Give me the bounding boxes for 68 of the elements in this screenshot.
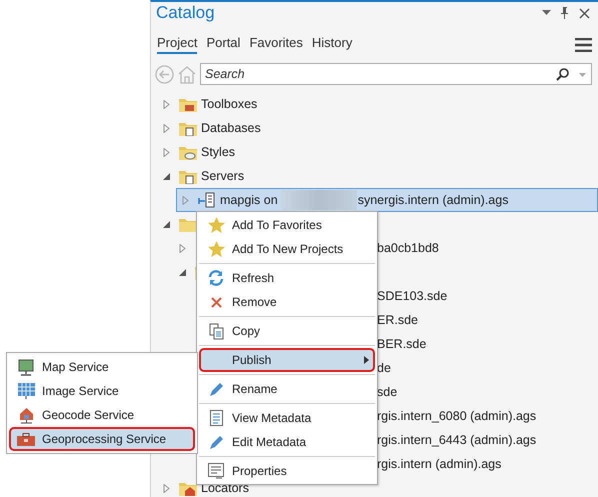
menu-item[interactable]: Add To Favorites <box>199 213 375 237</box>
menu-item[interactable]: Remove <box>199 290 375 314</box>
dropdown-icon[interactable] <box>579 72 586 76</box>
pencil-icon <box>208 382 224 396</box>
dropdown-icon[interactable] <box>542 10 551 16</box>
expander-icon[interactable] <box>162 172 171 180</box>
tree-item-label: rgis.intern_6443 (admin).ags <box>377 433 538 447</box>
close-icon[interactable] <box>579 8 590 18</box>
catalog-tab[interactable]: Portal <box>206 35 240 54</box>
toolbox-folder-icon <box>179 96 197 112</box>
locator-folder-icon <box>179 480 197 496</box>
catalog-tab[interactable]: History <box>312 35 352 54</box>
menu-item[interactable]: Rename <box>199 377 375 401</box>
search-icon[interactable] <box>556 68 569 81</box>
star-icon <box>208 217 224 233</box>
tree-item-label: rgis.intern (admin).ags <box>377 457 502 471</box>
menu-item[interactable]: Properties <box>199 459 375 483</box>
tree-row-selected[interactable]: mapgis on synergis.intern (admin).ags <box>176 188 598 212</box>
tree-item-label: ba0cb1bd8 <box>377 241 440 255</box>
document-icon <box>210 410 222 426</box>
menu-item[interactable]: Publish <box>199 348 375 372</box>
tree-item-label: Databases <box>201 121 261 135</box>
tree-item-label: BER.sde <box>377 337 428 351</box>
menu-item[interactable]: Copy <box>199 319 375 343</box>
expander-icon[interactable] <box>162 220 171 228</box>
catalog-tab[interactable]: Favorites <box>249 35 303 54</box>
folder-icon <box>179 216 197 232</box>
menu-item[interactable]: View Metadata <box>199 406 375 430</box>
tree-item-label: synergis.intern (admin).ags <box>358 193 508 207</box>
pencil-icon <box>208 434 224 450</box>
home-icon[interactable] <box>178 64 196 84</box>
toolbox-icon <box>17 432 35 446</box>
properties-icon <box>208 463 224 479</box>
pin-icon[interactable] <box>560 7 570 19</box>
pane-title: Catalog <box>156 3 215 23</box>
monitor-icon <box>18 358 34 376</box>
remove-icon <box>210 296 222 308</box>
menu-item[interactable]: Edit Metadata <box>199 430 375 454</box>
menu-item[interactable]: Map Service <box>9 355 195 379</box>
tree-item-label: de <box>377 361 392 375</box>
tree-item-label: Locators <box>201 481 249 495</box>
refresh-icon <box>208 270 224 286</box>
tree-item-label: SDE103.sde <box>377 289 448 303</box>
house-icon <box>18 406 34 424</box>
grid-icon <box>18 383 34 399</box>
menu-item[interactable]: Geoprocessing Service <box>9 427 195 451</box>
menu-item[interactable]: Geocode Service <box>9 403 195 427</box>
tree-item-label: ER.sde <box>377 313 419 327</box>
back-icon[interactable] <box>155 64 174 84</box>
tree-item-label: rgis.intern_6080 (admin).ags <box>377 409 538 423</box>
menu-item[interactable]: Add To New Projects <box>199 237 375 261</box>
expander-icon[interactable] <box>178 268 187 276</box>
search-field[interactable]: Search <box>200 63 592 85</box>
tree-item-label: Servers <box>201 169 244 183</box>
server-icon <box>198 192 216 208</box>
copy-icon <box>208 322 224 340</box>
star-icon <box>208 241 224 257</box>
tree-item-label: Toolboxes <box>201 97 258 111</box>
menu-item[interactable]: Refresh <box>199 266 375 290</box>
style-folder-icon <box>179 144 197 160</box>
menu-item[interactable]: Image Service <box>9 379 195 403</box>
database-folder-icon <box>179 120 197 136</box>
catalog-tab[interactable]: Project <box>157 35 198 54</box>
tree-item-label: Styles <box>201 145 236 159</box>
menu-icon[interactable] <box>575 38 592 52</box>
tree-item-label: sde <box>377 385 398 399</box>
tree-item-label: mapgis on <box>220 193 278 207</box>
server-folder-icon <box>179 168 197 184</box>
